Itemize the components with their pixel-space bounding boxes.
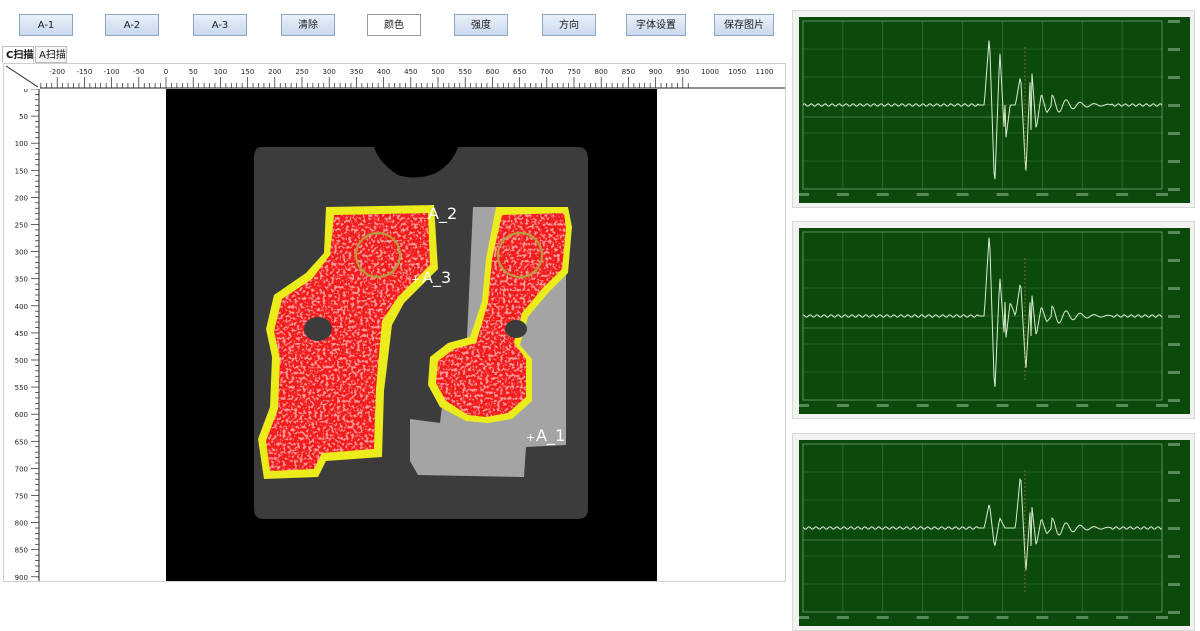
ruler-h-label: 150 bbox=[241, 68, 254, 76]
ruler-h-label: 800 bbox=[595, 68, 608, 76]
waveform-panel-1 bbox=[792, 10, 1195, 208]
ruler-h-label: 950 bbox=[676, 68, 689, 76]
a2-button[interactable]: A-2 bbox=[105, 14, 159, 36]
scan-area: A_2 + A_3 + A_1 bbox=[40, 89, 783, 581]
ruler-h-label: 1050 bbox=[728, 68, 746, 76]
marker-a3[interactable]: A_3 bbox=[422, 268, 451, 288]
ruler-v-label: 300 bbox=[15, 249, 28, 257]
marker-a3-cross: + bbox=[411, 273, 420, 286]
ruler-h-label: -150 bbox=[76, 68, 92, 76]
ruler-h-label: 250 bbox=[295, 68, 308, 76]
ruler-v-label: 700 bbox=[15, 465, 28, 473]
ruler-h-label: 750 bbox=[567, 68, 580, 76]
ruler-h-label: 600 bbox=[486, 68, 499, 76]
toolbar: A-1 A-2 A-3 清除 颜色 强度 方向 字体设置 保存图片 bbox=[0, 0, 790, 44]
c-scan-panel: -200 -150 -100 -50 0 50 100 150 200 250 300 350 400 4… bbox=[3, 63, 786, 582]
ruler-h-label: 650 bbox=[513, 68, 526, 76]
ruler-h-label: 0 bbox=[164, 68, 168, 76]
font-settings-button[interactable]: 字体设置 bbox=[626, 14, 686, 36]
ruler-v-label: 750 bbox=[15, 493, 28, 501]
ruler-v-label: 100 bbox=[15, 140, 28, 148]
ruler-h-label: 450 bbox=[404, 68, 417, 76]
ruler-h-label: 700 bbox=[540, 68, 553, 76]
color-button[interactable]: 颜色 bbox=[367, 14, 421, 36]
ruler-h-label: -200 bbox=[49, 68, 65, 76]
ruler-h-label: 550 bbox=[459, 68, 472, 76]
save-image-button[interactable]: 保存图片 bbox=[714, 14, 774, 36]
a1-button[interactable]: A-1 bbox=[19, 14, 73, 36]
ruler-v-label: 150 bbox=[15, 167, 28, 175]
waveform-chart-1[interactable] bbox=[799, 17, 1190, 203]
ruler-h-label: 350 bbox=[350, 68, 363, 76]
ruler-h-label: 200 bbox=[268, 68, 281, 76]
vertical-ruler: 0 50 100 150 200 250 300 350 400 450 500 550 600 650 7… bbox=[4, 89, 40, 582]
horizontal-ruler: -200 -150 -100 -50 0 50 100 150 200 250 300 350 400 4… bbox=[40, 64, 785, 89]
ruler-v-label: 350 bbox=[15, 276, 28, 284]
ruler-v-label: 850 bbox=[15, 547, 28, 555]
waveform-background bbox=[799, 440, 1190, 626]
ruler-v-label: 550 bbox=[15, 384, 28, 392]
a3-button[interactable]: A-3 bbox=[193, 14, 247, 36]
waveform-chart-3[interactable] bbox=[799, 440, 1190, 626]
ruler-v-label: 650 bbox=[15, 438, 28, 446]
tab-a-scan[interactable]: A扫描 bbox=[35, 46, 67, 63]
ruler-v-label: 200 bbox=[15, 194, 28, 202]
ruler-v-label: 600 bbox=[15, 411, 28, 419]
ruler-v-label: 50 bbox=[19, 113, 28, 121]
a-scan-waveforms bbox=[792, 10, 1195, 631]
ruler-h-label: 1100 bbox=[755, 68, 773, 76]
ruler-h-label: 850 bbox=[622, 68, 635, 76]
waveform-chart-2[interactable] bbox=[799, 228, 1190, 414]
ruler-v-label: 800 bbox=[15, 520, 28, 528]
ruler-h-label: -50 bbox=[133, 68, 144, 76]
ruler-v-label: 500 bbox=[15, 357, 28, 365]
waveform-panel-2 bbox=[792, 221, 1195, 419]
ruler-v-label: 450 bbox=[15, 330, 28, 338]
ruler-h-label: 500 bbox=[431, 68, 444, 76]
c-scan-image[interactable]: A_2 + A_3 + A_1 bbox=[166, 89, 657, 581]
ruler-h-label: 100 bbox=[214, 68, 227, 76]
tab-c-scan[interactable]: C扫描 bbox=[2, 46, 34, 63]
direction-button[interactable]: 方向 bbox=[542, 14, 596, 36]
marker-a2[interactable]: A_2 bbox=[428, 204, 457, 224]
ruler-v-label: 250 bbox=[15, 222, 28, 230]
marker-a1[interactable]: A_1 bbox=[536, 426, 565, 446]
marker-a1-cross: + bbox=[526, 431, 535, 444]
waveform-panel-3 bbox=[792, 433, 1195, 631]
ruler-h-label: 50 bbox=[189, 68, 198, 76]
ruler-h-label: 400 bbox=[377, 68, 390, 76]
ruler-h-label: 1000 bbox=[701, 68, 719, 76]
ruler-h-label: 300 bbox=[323, 68, 336, 76]
ruler-v-label: 400 bbox=[15, 303, 28, 311]
ruler-h-label: 900 bbox=[649, 68, 662, 76]
clear-button[interactable]: 清除 bbox=[281, 14, 335, 36]
ruler-v-label: 900 bbox=[15, 574, 28, 582]
ruler-corner bbox=[4, 64, 40, 89]
ruler-v-label: 0 bbox=[24, 89, 28, 94]
ruler-h-label: -100 bbox=[104, 68, 120, 76]
intensity-button[interactable]: 强度 bbox=[454, 14, 508, 36]
